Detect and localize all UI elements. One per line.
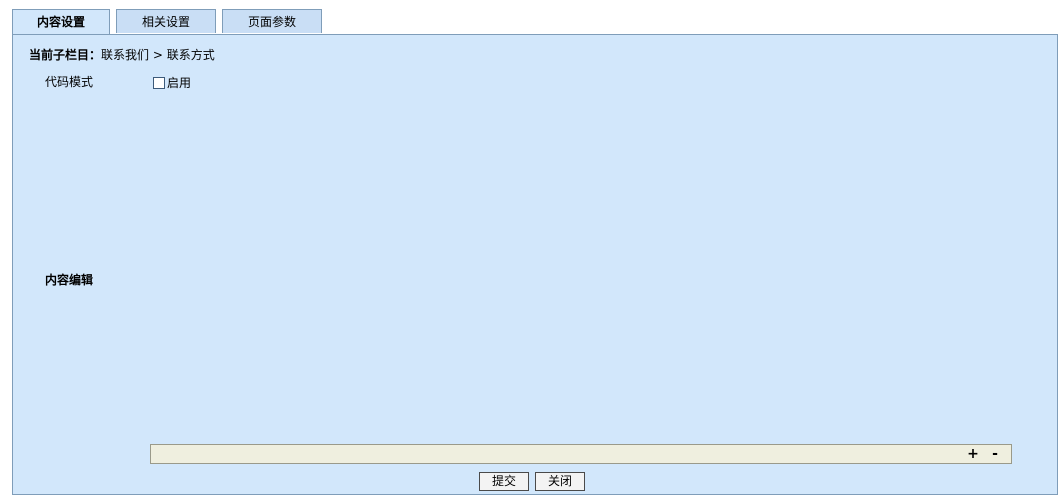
tab-page-params[interactable]: 页面参数 [222, 9, 322, 33]
breadcrumb: 当前子栏目：联系我们 > 联系方式 [29, 46, 215, 63]
breadcrumb-path: 联系我们 > 联系方式 [101, 48, 215, 62]
enlarge-editor-button[interactable]: + [966, 446, 980, 462]
editor-resize-bar: + - [150, 444, 1012, 464]
enable-label[interactable]: 启用 [167, 74, 191, 91]
tab-content-settings[interactable]: 内容设置 [12, 9, 110, 35]
form-actions: 提交 关闭 [479, 472, 586, 491]
enable-checkbox[interactable] [153, 76, 165, 89]
tab-related-settings[interactable]: 相关设置 [116, 9, 216, 33]
content-panel: 当前子栏目：联系我们 > 联系方式 代码模式 启用 内容编辑 + - 提交 关闭 [12, 34, 1058, 495]
breadcrumb-label: 当前子栏目： [29, 48, 102, 62]
content-edit-label: 内容编辑 [45, 273, 94, 287]
close-button[interactable]: 关闭 [535, 472, 586, 491]
code-mode-label: 代码模式 [45, 75, 94, 89]
code-mode-toggle[interactable]: 启用 [153, 74, 191, 91]
tab-bar: 内容设置 相关设置 页面参数 [12, 9, 322, 35]
shrink-editor-button[interactable]: - [988, 446, 1002, 462]
submit-button[interactable]: 提交 [479, 472, 530, 491]
